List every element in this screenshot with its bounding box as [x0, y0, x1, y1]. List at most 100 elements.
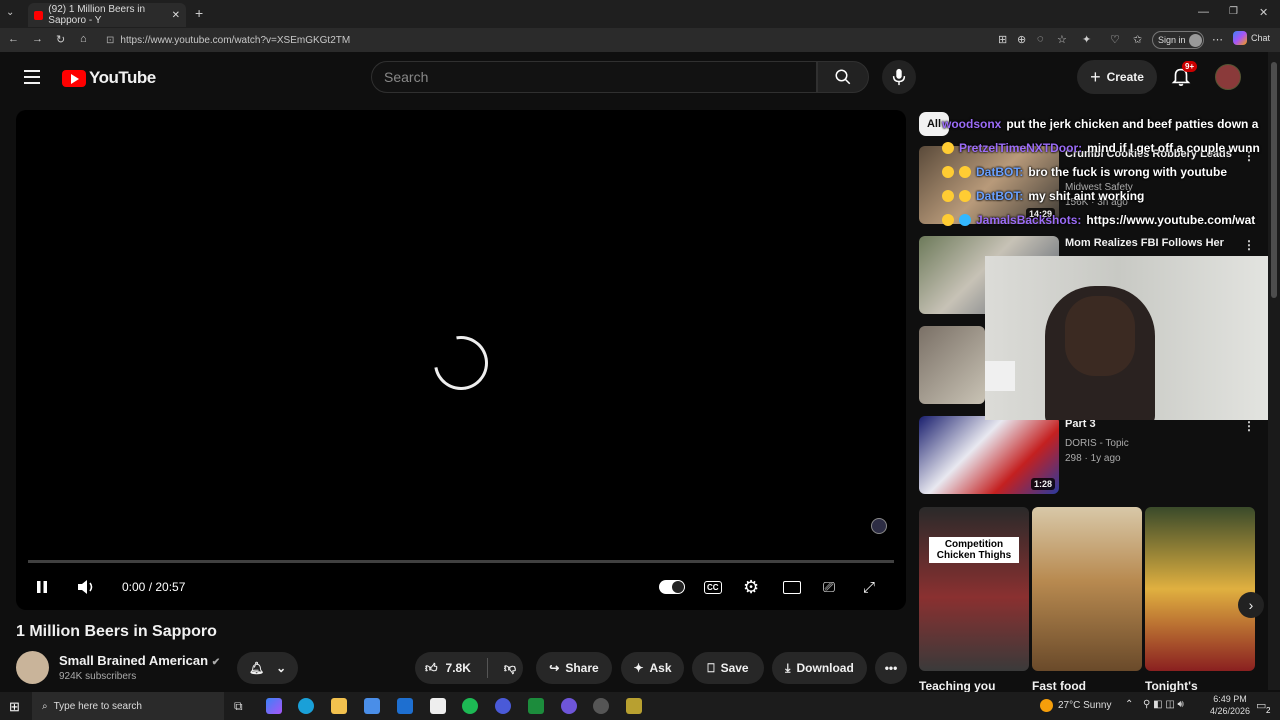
new-tab-icon[interactable]: + — [195, 5, 203, 21]
ask-button[interactable]: ✦ Ask — [621, 652, 684, 684]
short-thumbnail[interactable]: Competition Chicken Thighs — [919, 507, 1029, 671]
store-icon[interactable] — [364, 698, 380, 714]
channel-avatar[interactable] — [16, 651, 49, 684]
notification-badge: 9+ — [1182, 61, 1198, 72]
progress-bar[interactable] — [28, 560, 894, 563]
copilot-chat-button[interactable]: Chat — [1233, 31, 1270, 45]
browser-essentials-icon[interactable]: ♡ — [1110, 33, 1120, 46]
like-count: 7.8K — [445, 661, 471, 675]
weather-sun-icon[interactable] — [1040, 699, 1053, 712]
video-menu-icon[interactable]: ⋮ — [1243, 238, 1255, 252]
thumbs-down-icon[interactable]: 👎︎ — [504, 661, 516, 676]
app-icon[interactable] — [626, 698, 642, 714]
video-thumbnail[interactable] — [919, 326, 985, 404]
short-title[interactable]: Teaching you — [919, 679, 995, 693]
volume-button[interactable] — [76, 575, 96, 599]
site-info-icon[interactable]: ⊡ — [106, 35, 114, 46]
windows-start-icon[interactable]: ⊞ — [9, 699, 20, 715]
notification-center-count: 2 — [1266, 706, 1271, 715]
video-thumbnail[interactable]: 1:28 — [919, 416, 1059, 494]
home-icon[interactable]: ⌂ — [80, 33, 87, 45]
badge-icon — [959, 214, 971, 226]
channel-watermark-icon[interactable] — [871, 518, 887, 534]
forward-icon[interactable]: → — [32, 33, 43, 45]
notepad-icon[interactable] — [430, 698, 446, 714]
task-view-icon[interactable]: ⧉ — [234, 699, 243, 714]
taskbar-search-input[interactable]: ⌕ Type here to search — [32, 692, 224, 720]
clock-time[interactable]: 6:49 PM — [1205, 694, 1255, 704]
download-button[interactable]: ⤓ Download — [772, 652, 867, 684]
webcam-overlay — [985, 256, 1280, 420]
obs-icon[interactable] — [593, 698, 609, 714]
channel-name[interactable]: Small Brained American ✔ — [59, 653, 220, 668]
xbox-icon[interactable] — [528, 698, 544, 714]
tab-list-chevron-icon[interactable]: ⌄ — [6, 7, 14, 18]
close-window-icon[interactable]: ✕ — [1259, 6, 1268, 19]
video-title-link[interactable]: Mom Realizes FBI Follows Her — [1065, 237, 1240, 249]
favorite-star-icon[interactable]: ☆ — [1057, 33, 1067, 46]
like-button[interactable]: 👍︎ 7.8K — [425, 661, 471, 676]
pause-button[interactable] — [34, 575, 50, 599]
spotify-icon[interactable] — [462, 698, 478, 714]
browser-tab[interactable]: (92) 1 Million Beers in Sapporo - Y ✕ — [28, 3, 186, 27]
back-icon[interactable]: ← — [8, 33, 19, 45]
restore-icon[interactable]: ❐ — [1229, 6, 1238, 17]
cast-button[interactable]: ⎚ — [823, 575, 835, 599]
tray-icons[interactable]: ⚲ ◧ ◫ 🔊︎ — [1143, 699, 1184, 710]
address-field[interactable]: ⊡ https://www.youtube.com/watch?v=XSEmGK… — [100, 31, 985, 49]
page-scrollbar[interactable] — [1268, 52, 1280, 690]
settings-button[interactable]: ⚙ — [743, 575, 759, 599]
captions-icon: CC — [704, 580, 722, 594]
video-menu-icon[interactable]: ⋮ — [1243, 419, 1255, 433]
zoom-icon[interactable]: ⊕ — [1017, 33, 1026, 46]
list-item[interactable]: Mom Realizes FBI Follows Her — [1065, 237, 1240, 249]
more-options-icon[interactable]: ⋯ — [1212, 33, 1223, 46]
autoplay-toggle[interactable] — [659, 575, 685, 599]
search-input[interactable]: Search — [371, 61, 817, 93]
notification-center-icon[interactable]: ▭ — [1256, 699, 1266, 712]
copilot-taskbar-icon[interactable] — [266, 698, 282, 714]
user-avatar[interactable] — [1215, 64, 1241, 90]
more-horizontal-icon: ••• — [884, 661, 898, 675]
outlook-icon[interactable] — [397, 698, 413, 714]
sign-in-button[interactable]: Sign in — [1152, 31, 1204, 49]
voice-search-button[interactable] — [882, 60, 916, 94]
favorites-icon[interactable]: ✩ — [1133, 33, 1142, 46]
short-title[interactable]: Tonight's — [1145, 679, 1198, 693]
shorts-next-button[interactable]: › — [1238, 592, 1264, 618]
list-item[interactable]: Part 3 DORIS - Topic 298 · 1y ago — [1065, 418, 1240, 464]
tracking-icon[interactable]: ◌ — [1037, 33, 1044, 45]
more-actions-button[interactable]: ••• — [875, 652, 907, 684]
minimize-icon[interactable]: — — [1198, 6, 1209, 18]
youtube-logo[interactable]: YouTube — [62, 68, 156, 88]
short-overlay-text: Competition Chicken Thighs — [929, 537, 1019, 563]
scrollbar-thumb[interactable] — [1271, 62, 1277, 298]
search-button[interactable] — [817, 61, 869, 93]
subscribed-notifications-button[interactable]: 🔔︎ ⌄ — [237, 652, 298, 684]
fullscreen-button[interactable]: ⤢ — [863, 575, 875, 599]
clock-date[interactable]: 4/26/2026 — [1205, 706, 1255, 716]
discord-icon[interactable] — [561, 698, 577, 714]
weather-text[interactable]: 27°C Sunny — [1058, 700, 1111, 711]
short-thumbnail[interactable] — [1032, 507, 1142, 671]
short-title[interactable]: Fast food — [1032, 679, 1086, 693]
app-icon[interactable] — [495, 698, 511, 714]
profile-avatar-icon — [1188, 33, 1202, 47]
refresh-icon[interactable]: ↻ — [56, 33, 65, 46]
video-player[interactable]: 0:00 / 20:57 CC ⚙ ⎚ ⤢ — [16, 110, 906, 610]
captions-button[interactable]: CC — [704, 575, 722, 599]
create-button[interactable]: + Create — [1077, 60, 1157, 94]
save-button[interactable]: ⎕ Save — [692, 652, 764, 684]
like-dislike-group: 👍︎ 7.8K 👎︎ — [415, 652, 523, 684]
theater-mode-button[interactable] — [783, 575, 801, 599]
close-tab-icon[interactable]: ✕ — [172, 10, 180, 21]
extensions-icon[interactable]: ✦ — [1082, 33, 1091, 46]
menu-icon[interactable] — [24, 70, 40, 84]
app-available-icon[interactable]: ⊞ — [998, 33, 1007, 46]
short-thumbnail[interactable] — [1145, 507, 1255, 671]
file-explorer-icon[interactable] — [331, 698, 347, 714]
sparkle-icon: ✦ — [633, 661, 644, 675]
tray-chevron-icon[interactable]: ⌃ — [1125, 699, 1133, 710]
share-button[interactable]: ↪ Share — [536, 652, 612, 684]
edge-icon[interactable] — [298, 698, 314, 714]
